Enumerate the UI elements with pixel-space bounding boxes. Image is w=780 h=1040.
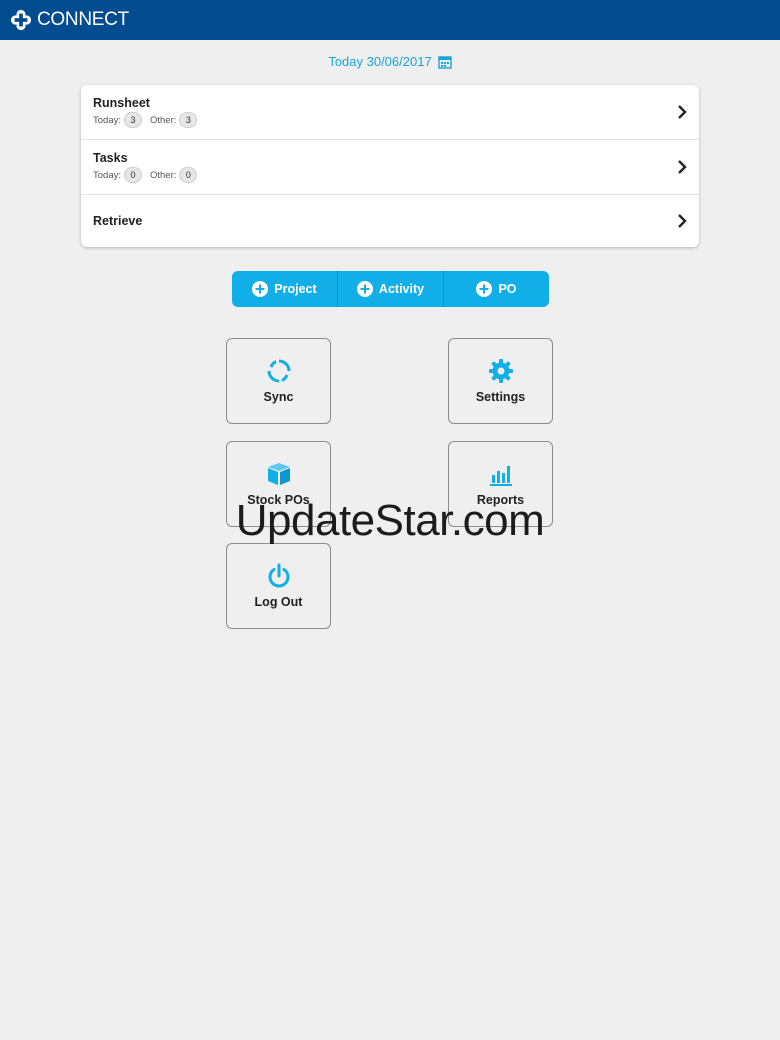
runsheet-today-badge: 3 (124, 112, 142, 128)
app-bar: CONNECT (0, 0, 780, 40)
add-po-label: PO (498, 282, 517, 296)
tasks-other-label: Other: (150, 169, 177, 181)
add-segmented-control: Project Activity PO (232, 271, 549, 307)
runsheet-today-label: Today: (93, 114, 121, 126)
plus-cross-icon (10, 9, 32, 31)
gear-icon (488, 359, 513, 383)
add-activity-button[interactable]: Activity (338, 271, 444, 307)
date-selector[interactable]: Today 30/06/2017 (0, 54, 780, 69)
list-item-tasks[interactable]: Tasks Today: 0 Other: 0 (81, 140, 699, 195)
settings-label: Settings (475, 390, 526, 404)
chevron-right-icon (678, 214, 687, 228)
log-out-button[interactable]: Log Out (226, 543, 331, 629)
tasks-other-badge: 0 (179, 167, 198, 183)
plus-circle-icon (356, 281, 373, 297)
date-label: Today 30/06/2017 (328, 54, 432, 69)
app-title: CONNECT (37, 9, 129, 30)
runsheet-other-label: Other: (150, 114, 177, 126)
chevron-right-icon (678, 105, 687, 119)
cube-icon (267, 463, 290, 485)
runsheet-label: Runsheet (93, 96, 150, 110)
sync-label: Sync (263, 390, 294, 404)
watermark-text: UpdateStar.com (235, 496, 545, 545)
add-po-button[interactable]: PO (444, 271, 549, 307)
chevron-right-icon (678, 160, 687, 174)
summary-card: Runsheet Today: 3 Other: 3 Tasks Today: … (81, 85, 699, 247)
power-icon (268, 563, 289, 588)
list-item-runsheet[interactable]: Runsheet Today: 3 Other: 3 (81, 85, 699, 140)
runsheet-counts: Today: 3 Other: 3 (93, 112, 205, 128)
add-activity-label: Activity (378, 282, 425, 296)
tasks-today-badge: 0 (124, 167, 142, 183)
bar-chart-icon (489, 466, 512, 486)
calendar-icon[interactable] (437, 55, 452, 69)
tasks-label: Tasks (93, 151, 128, 165)
settings-button[interactable]: Settings (448, 338, 553, 424)
add-project-label: Project (274, 282, 317, 296)
plus-circle-icon (252, 281, 269, 297)
list-item-retrieve[interactable]: Retrieve (81, 195, 699, 247)
plus-circle-icon (476, 281, 493, 297)
tasks-counts: Today: 0 Other: 0 (93, 167, 205, 183)
sync-icon (267, 359, 290, 383)
add-project-button[interactable]: Project (232, 271, 338, 307)
retrieve-label: Retrieve (93, 214, 143, 228)
sync-button[interactable]: Sync (226, 338, 331, 424)
log-out-label: Log Out (254, 595, 303, 609)
tasks-today-label: Today: (93, 169, 121, 181)
runsheet-other-badge: 3 (179, 112, 198, 128)
